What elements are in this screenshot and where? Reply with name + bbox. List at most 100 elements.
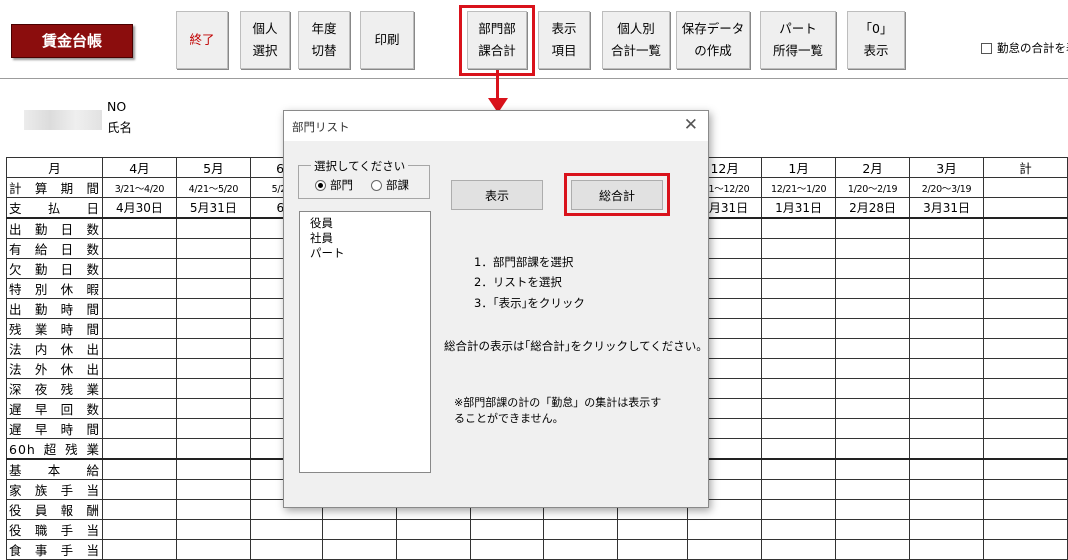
table-cell[interactable] <box>101 217 177 239</box>
table-cell[interactable] <box>175 238 251 259</box>
table-cell[interactable] <box>101 378 177 399</box>
table-cell[interactable] <box>469 519 545 540</box>
table-cell[interactable] <box>101 438 177 460</box>
table-cell[interactable] <box>101 499 177 520</box>
table-cell[interactable] <box>761 398 837 419</box>
table-cell[interactable] <box>835 378 911 399</box>
table-cell[interactable] <box>101 519 177 540</box>
table-cell[interactable] <box>249 539 323 560</box>
table-cell[interactable] <box>983 418 1068 439</box>
table-cell[interactable] <box>983 217 1068 239</box>
table-cell[interactable] <box>983 438 1068 460</box>
table-cell[interactable] <box>395 519 471 540</box>
table-cell[interactable] <box>175 318 251 339</box>
table-cell[interactable]: 5月 <box>175 157 251 178</box>
table-cell[interactable] <box>909 479 984 500</box>
table-cell[interactable] <box>101 258 177 279</box>
table-cell[interactable] <box>835 358 911 379</box>
table-cell[interactable] <box>101 398 177 419</box>
table-cell[interactable] <box>175 499 251 520</box>
table-cell[interactable] <box>761 418 837 439</box>
table-cell[interactable] <box>761 318 837 339</box>
table-cell[interactable] <box>835 438 911 460</box>
table-cell[interactable]: 2月28日 <box>835 197 911 219</box>
table-cell[interactable] <box>983 298 1068 319</box>
individual-select-button[interactable]: 個人 選択 <box>240 11 290 69</box>
table-cell[interactable] <box>761 258 837 279</box>
show-button[interactable]: 表示 <box>451 180 543 210</box>
table-cell[interactable] <box>983 479 1068 500</box>
table-cell[interactable]: 3/21～4/20 <box>101 177 177 198</box>
table-cell[interactable] <box>761 479 837 500</box>
table-cell[interactable] <box>101 418 177 439</box>
table-cell[interactable] <box>835 238 911 259</box>
table-cell[interactable] <box>835 519 911 540</box>
table-cell[interactable] <box>909 217 984 239</box>
table-cell[interactable] <box>617 519 689 540</box>
year-switch-button[interactable]: 年度 切替 <box>298 11 350 69</box>
table-cell[interactable] <box>101 479 177 500</box>
table-cell[interactable] <box>983 458 1068 480</box>
table-cell[interactable] <box>101 358 177 379</box>
table-cell[interactable] <box>909 418 984 439</box>
table-cell[interactable] <box>761 358 837 379</box>
print-button[interactable]: 印刷 <box>360 11 414 69</box>
table-cell[interactable] <box>249 519 323 540</box>
table-cell[interactable] <box>761 519 837 540</box>
table-cell[interactable]: 2/20～3/19 <box>909 177 984 198</box>
table-cell[interactable]: 1月31日 <box>761 197 837 219</box>
display-items-button[interactable]: 表示 項目 <box>538 11 590 69</box>
table-cell[interactable]: 3月 <box>909 157 984 178</box>
table-cell[interactable]: 4月 <box>101 157 177 178</box>
table-cell[interactable] <box>983 519 1068 540</box>
table-cell[interactable] <box>175 539 251 560</box>
table-cell[interactable] <box>909 539 984 560</box>
table-cell[interactable] <box>761 539 837 560</box>
table-cell[interactable] <box>761 499 837 520</box>
save-data-button[interactable]: 保存データ の作成 <box>676 11 750 69</box>
table-cell[interactable] <box>175 519 251 540</box>
list-item[interactable]: 社員 <box>300 231 430 246</box>
table-cell[interactable]: 計 <box>983 157 1068 178</box>
table-cell[interactable] <box>983 539 1068 560</box>
table-cell[interactable] <box>835 458 911 480</box>
table-cell[interactable] <box>761 338 837 359</box>
table-cell[interactable] <box>983 338 1068 359</box>
table-cell[interactable] <box>175 258 251 279</box>
zero-display-button[interactable]: ｢0｣ 表示 <box>847 11 905 69</box>
table-cell[interactable] <box>469 539 545 560</box>
table-cell[interactable] <box>761 298 837 319</box>
table-cell[interactable]: 1月 <box>761 157 837 178</box>
table-cell[interactable] <box>687 539 763 560</box>
table-cell[interactable] <box>101 278 177 299</box>
list-item[interactable]: パート <box>300 246 430 261</box>
table-cell[interactable] <box>175 358 251 379</box>
table-cell[interactable] <box>761 217 837 239</box>
radio-dept[interactable]: 部門 <box>315 177 353 193</box>
table-cell[interactable] <box>835 499 911 520</box>
table-cell[interactable]: 12/21～1/20 <box>761 177 837 198</box>
table-cell[interactable] <box>835 479 911 500</box>
table-cell[interactable] <box>909 499 984 520</box>
part-income-button[interactable]: パート 所得一覧 <box>760 11 836 69</box>
table-cell[interactable] <box>983 177 1068 198</box>
personal-total-button[interactable]: 個人別 合計一覧 <box>602 11 670 69</box>
table-cell[interactable] <box>835 278 911 299</box>
table-cell[interactable] <box>909 278 984 299</box>
table-cell[interactable] <box>175 479 251 500</box>
table-cell[interactable] <box>543 519 619 540</box>
table-cell[interactable] <box>761 278 837 299</box>
table-cell[interactable] <box>175 278 251 299</box>
table-cell[interactable]: 2月 <box>835 157 911 178</box>
table-cell[interactable]: 4月30日 <box>101 197 177 219</box>
table-cell[interactable] <box>983 378 1068 399</box>
table-cell[interactable] <box>175 398 251 419</box>
table-cell[interactable] <box>835 258 911 279</box>
table-cell[interactable] <box>983 398 1068 419</box>
list-item[interactable]: 役員 <box>300 216 430 231</box>
table-cell[interactable] <box>101 458 177 480</box>
table-cell[interactable] <box>175 438 251 460</box>
table-cell[interactable] <box>983 358 1068 379</box>
table-cell[interactable] <box>175 298 251 319</box>
table-cell[interactable] <box>395 539 471 560</box>
